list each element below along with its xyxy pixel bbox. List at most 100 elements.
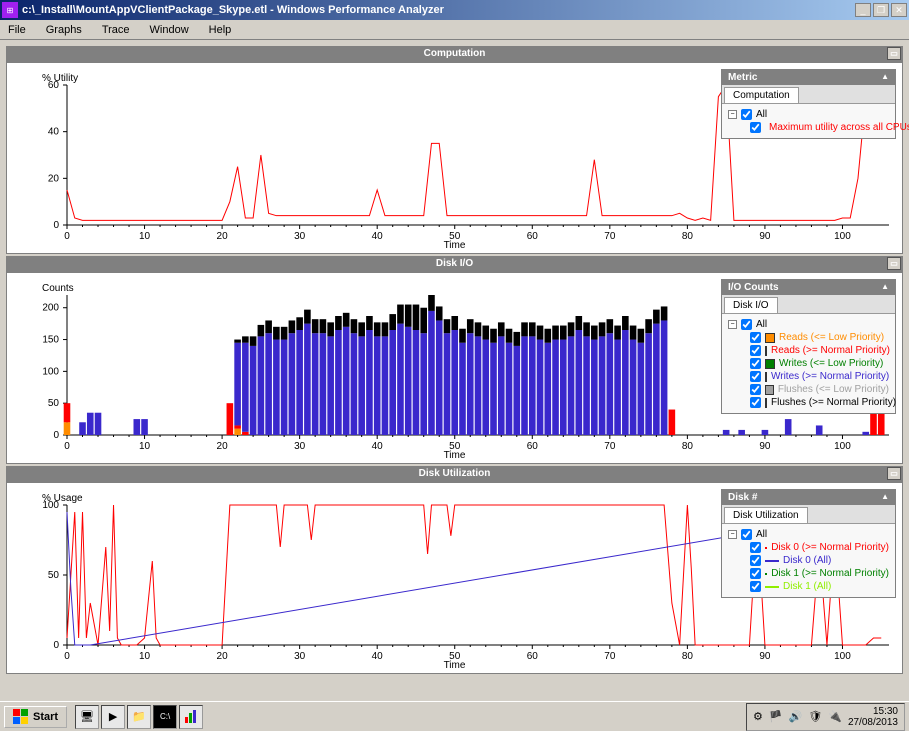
taskbar-icon[interactable]: 🖥 <box>75 705 99 729</box>
panel-title-computation: Computation <box>424 48 486 59</box>
svg-text:10: 10 <box>139 441 151 452</box>
svg-text:10: 10 <box>139 651 151 662</box>
legend-item-checkbox[interactable] <box>750 384 761 395</box>
tray-icon[interactable]: 🛡 <box>808 710 822 723</box>
legend-item-checkbox[interactable] <box>750 358 761 369</box>
legend-item-checkbox[interactable] <box>750 397 761 408</box>
ylabel-computation: % Utility <box>42 73 78 84</box>
legend-item-checkbox[interactable] <box>750 332 761 343</box>
legend-all-checkbox[interactable] <box>741 319 752 330</box>
tray-icon[interactable]: 🏴 <box>769 710 783 723</box>
chevron-up-icon[interactable]: ▲ <box>881 282 889 293</box>
legend-computation[interactable]: Metric▲ Computation −All Maximum utility… <box>721 69 896 139</box>
svg-text:0: 0 <box>64 441 70 452</box>
svg-text:40: 40 <box>372 441 384 452</box>
svg-text:20: 20 <box>217 231 229 242</box>
menu-window[interactable]: Window <box>146 22 193 38</box>
menu-graphs[interactable]: Graphs <box>42 22 86 38</box>
svg-text:100: 100 <box>42 366 59 377</box>
panel-diskutil: Disk Utilization ▭ % Usage 0501000102030… <box>6 466 903 674</box>
taskbar-icon[interactable] <box>179 705 203 729</box>
menu-file[interactable]: File <box>4 22 30 38</box>
svg-text:150: 150 <box>42 335 59 346</box>
legend-tab-diskutil[interactable]: Disk Utilization <box>724 507 808 523</box>
taskbar-icon[interactable]: C:\ <box>153 705 177 729</box>
menu-help[interactable]: Help <box>205 22 236 38</box>
svg-text:80: 80 <box>682 651 694 662</box>
svg-text:60: 60 <box>527 231 539 242</box>
tree-toggle[interactable]: − <box>728 530 737 539</box>
svg-text:40: 40 <box>48 127 60 138</box>
chevron-up-icon[interactable]: ▲ <box>881 492 889 503</box>
panel-title-diskutil: Disk Utilization <box>419 468 491 479</box>
chevron-up-icon[interactable]: ▲ <box>881 72 889 83</box>
svg-text:200: 200 <box>42 303 59 314</box>
swatch-icon <box>765 346 767 356</box>
tray-icon[interactable]: ⚙ <box>753 710 763 723</box>
swatch-icon <box>765 385 774 395</box>
legend-item-checkbox[interactable] <box>750 581 761 592</box>
tray-clock[interactable]: 15:30 27/08/2013 <box>848 706 898 728</box>
tree-toggle[interactable]: − <box>728 320 737 329</box>
panel-header-diskio: Disk I/O ▭ <box>6 256 903 272</box>
svg-text:30: 30 <box>294 231 306 242</box>
svg-text:40: 40 <box>372 231 384 242</box>
chart-computation[interactable]: % Utility 02040600102030405060708090100 … <box>6 62 903 254</box>
xlabel-diskio: Time <box>444 450 466 461</box>
legend-title: I/O Counts <box>728 282 779 293</box>
svg-text:30: 30 <box>294 651 306 662</box>
panel-expand-computation[interactable]: ▭ <box>887 47 901 60</box>
panel-expand-diskio[interactable]: ▭ <box>887 257 901 270</box>
legend-item-checkbox[interactable] <box>750 555 761 566</box>
svg-text:20: 20 <box>217 651 229 662</box>
tree-toggle[interactable]: − <box>728 110 737 119</box>
svg-text:80: 80 <box>682 231 694 242</box>
svg-text:90: 90 <box>759 651 771 662</box>
minimize-button[interactable]: _ <box>855 3 871 17</box>
ylabel-diskutil: % Usage <box>42 493 83 504</box>
svg-text:0: 0 <box>53 220 59 231</box>
svg-text:80: 80 <box>682 441 694 452</box>
svg-text:100: 100 <box>834 651 851 662</box>
svg-text:70: 70 <box>604 651 616 662</box>
taskbar-icon[interactable]: 📁 <box>127 705 151 729</box>
maximize-button[interactable]: ❐ <box>873 3 889 17</box>
legend-all-checkbox[interactable] <box>741 109 752 120</box>
swatch-icon <box>765 398 767 408</box>
legend-item-checkbox[interactable] <box>750 122 761 133</box>
legend-diskutil[interactable]: Disk #▲ Disk Utilization −All Disk 0 (>=… <box>721 489 896 598</box>
svg-text:90: 90 <box>759 441 771 452</box>
app-icon: ⊞ <box>2 2 18 18</box>
start-button[interactable]: Start <box>4 706 67 728</box>
chart-diskutil[interactable]: % Usage 0501000102030405060708090100 Tim… <box>6 482 903 674</box>
chart-diskio[interactable]: Counts 050100150200010203040506070809010… <box>6 272 903 464</box>
panel-expand-diskutil[interactable]: ▭ <box>887 467 901 480</box>
legend-all-checkbox[interactable] <box>741 529 752 540</box>
tray-icon[interactable]: 🔊 <box>789 710 803 723</box>
legend-item-checkbox[interactable] <box>750 371 761 382</box>
legend-item-checkbox[interactable] <box>750 568 761 579</box>
panel-computation: Computation ▭ % Utility 0204060010203040… <box>6 46 903 254</box>
window-titlebar: ⊞ c:\_Install\MountAppVClientPackage_Sky… <box>0 0 909 20</box>
legend-diskio[interactable]: I/O Counts▲ Disk I/O −All Reads (<= Low … <box>721 279 896 414</box>
swatch-icon <box>765 586 779 588</box>
legend-tab-diskio[interactable]: Disk I/O <box>724 297 778 313</box>
legend-item-checkbox[interactable] <box>750 542 761 553</box>
swatch-icon <box>765 560 779 562</box>
system-tray[interactable]: ⚙ 🏴 🔊 🛡 🔌 15:30 27/08/2013 <box>746 703 905 731</box>
svg-text:0: 0 <box>64 651 70 662</box>
swatch-icon <box>765 333 775 343</box>
svg-text:100: 100 <box>834 231 851 242</box>
svg-text:30: 30 <box>294 441 306 452</box>
svg-text:60: 60 <box>527 651 539 662</box>
legend-tab-computation[interactable]: Computation <box>724 87 799 103</box>
svg-text:20: 20 <box>217 441 229 452</box>
svg-text:60: 60 <box>527 441 539 452</box>
xlabel-diskutil: Time <box>444 660 466 671</box>
close-button[interactable]: ✕ <box>891 3 907 17</box>
tray-icon[interactable]: 🔌 <box>828 710 842 723</box>
legend-item-checkbox[interactable] <box>750 345 761 356</box>
menu-trace[interactable]: Trace <box>98 22 134 38</box>
svg-text:50: 50 <box>48 398 60 409</box>
taskbar-icon[interactable]: ▶ <box>101 705 125 729</box>
